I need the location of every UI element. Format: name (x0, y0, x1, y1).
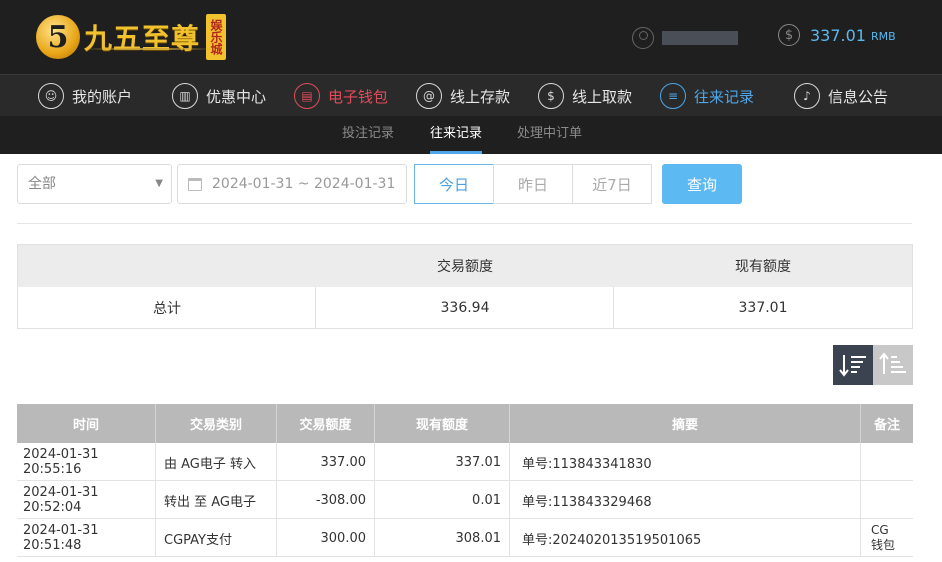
nav-label: 电子钱包 (328, 87, 389, 106)
summary-row: 总计 336.94 337.01 (18, 287, 912, 328)
user-icon (632, 27, 654, 49)
table-row[interactable]: 2024-01-31 20:55:16 由 AG电子 转入 337.00 337… (17, 443, 913, 481)
sort-ascending-icon (879, 352, 906, 374)
summary-total-label: 总计 (153, 300, 181, 317)
type-select[interactable]: 全部 ▼ (17, 164, 172, 204)
tab-bet-records[interactable]: 投注记录 (342, 116, 394, 154)
divider (17, 223, 912, 224)
logo-mark: 5 (36, 15, 80, 59)
cell-amount: -308.00 (277, 481, 375, 519)
brand-name: 九五至尊 (84, 22, 201, 55)
cell-amount: 337.00 (277, 443, 375, 481)
type-select-value: 全部 (28, 176, 56, 192)
balance-info: $ 337.01 RMB (778, 24, 896, 46)
record-icon: ≡ (660, 83, 686, 109)
column-header-amount[interactable]: 交易额度 (277, 404, 375, 443)
balance-value: 337.01 (810, 25, 866, 45)
cell-time: 2024-01-31 20:52:04 (17, 481, 156, 519)
caret-down-icon: ▼ (155, 178, 163, 189)
cell-summary: 单号:202402013519501065 (510, 519, 861, 557)
nav-transaction-records[interactable]: ≡ 往来记录 (660, 75, 754, 117)
cell-balance: 0.01 (375, 481, 510, 519)
cell-type: 由 AG电子 转入 (156, 443, 277, 481)
today-button[interactable]: 今日 (414, 164, 494, 204)
cell-note: CG钱包 (871, 523, 896, 552)
nav-label: 我的账户 (72, 87, 133, 106)
bell-icon: ♪ (794, 83, 820, 109)
username-masked (662, 31, 738, 45)
last-7-days-button[interactable]: 近7日 (572, 164, 652, 204)
calendar-icon (188, 177, 202, 191)
cell-type: CGPAY支付 (156, 519, 277, 557)
nav-label: 线上取款 (572, 87, 633, 106)
wallet-icon: ▤ (294, 83, 320, 109)
cell-summary: 单号:113843341830 (510, 443, 861, 481)
records-header: 时间 交易类别 交易额度 现有额度 摘要 备注 (17, 404, 913, 443)
main-nav: ☺ 我的账户 ▥ 优惠中心 ▤ 电子钱包 @ 线上存款 $ 线上取款 ≡ 往来记… (0, 74, 942, 116)
cell-divider (315, 287, 316, 328)
tab-transaction-records[interactable]: 往来记录 (430, 116, 483, 154)
column-header-time[interactable]: 时间 (17, 404, 156, 443)
cell-type: 转出 至 AG电子 (156, 481, 277, 519)
cell-note (861, 481, 913, 519)
brand-tag: 娱乐城 (206, 14, 227, 60)
deposit-icon: @ (416, 83, 442, 109)
yesterday-button[interactable]: 昨日 (493, 164, 573, 204)
nav-label: 信息公告 (828, 87, 889, 106)
withdraw-icon: $ (538, 83, 564, 109)
nav-online-withdraw[interactable]: $ 线上取款 (538, 75, 632, 117)
summary-header-cell: 现有额度 (735, 259, 791, 275)
cell-note (861, 443, 913, 481)
search-button[interactable]: 查询 (662, 164, 742, 204)
summary-table: 交易额度 现有额度 总计 336.94 337.01 (17, 244, 913, 329)
sub-nav: 投注记录 往来记录 处理中订单 (0, 116, 942, 154)
nav-online-deposit[interactable]: @ 线上存款 (416, 75, 510, 117)
cell-divider (613, 287, 614, 328)
table-row[interactable]: 2024-01-31 20:51:48 CGPAY支付 300.00 308.0… (17, 519, 913, 557)
nav-label: 优惠中心 (206, 87, 267, 106)
logo-underline (84, 48, 214, 50)
cell-time: 2024-01-31 20:51:48 (17, 519, 156, 557)
date-range-value: 2024-01-31 ~ 2024-01-31 (212, 176, 396, 192)
user-icon: ☺ (38, 83, 64, 109)
nav-e-wallet[interactable]: ▤ 电子钱包 (294, 75, 388, 117)
summary-header-cell (18, 245, 316, 287)
user-info[interactable] (632, 26, 738, 50)
cell-balance: 308.01 (375, 519, 510, 557)
nav-label: 线上存款 (450, 87, 511, 106)
nav-announcements[interactable]: ♪ 信息公告 (794, 75, 888, 117)
column-header-balance[interactable]: 现有额度 (375, 404, 510, 443)
column-header-type[interactable]: 交易类别 (156, 404, 277, 443)
sort-descending-icon (839, 355, 866, 377)
summary-header-cell: 交易额度 (437, 259, 493, 275)
balance-unit: RMB (870, 30, 896, 43)
sort-descending-button[interactable] (833, 345, 873, 385)
table-row[interactable]: 2024-01-31 20:52:04 转出 至 AG电子 -308.00 0.… (17, 481, 913, 519)
nav-my-account[interactable]: ☺ 我的账户 (38, 75, 132, 117)
nav-promotions[interactable]: ▥ 优惠中心 (172, 75, 266, 117)
sort-ascending-button[interactable] (873, 345, 913, 385)
summary-transaction-amount: 336.94 (440, 299, 490, 316)
summary-header: 交易额度 现有额度 (18, 245, 912, 287)
dollar-icon: $ (778, 24, 800, 46)
cell-time: 2024-01-31 20:55:16 (17, 443, 156, 481)
column-header-summary[interactable]: 摘要 (510, 404, 861, 443)
gift-icon: ▥ (172, 83, 198, 109)
cell-balance: 337.01 (375, 443, 510, 481)
summary-current-balance: 337.01 (738, 299, 788, 316)
column-header-note[interactable]: 备注 (861, 404, 913, 443)
cell-summary: 单号:113843329468 (510, 481, 861, 519)
brand-logo[interactable]: 5 九五至尊 娱乐城 (36, 10, 227, 64)
cell-amount: 300.00 (277, 519, 375, 557)
nav-label: 往来记录 (694, 87, 755, 106)
tab-pending-orders[interactable]: 处理中订单 (517, 116, 582, 154)
date-range-input[interactable]: 2024-01-31 ~ 2024-01-31 (177, 164, 407, 204)
top-header: 5 九五至尊 娱乐城 $ 337.01 RMB (0, 0, 942, 74)
